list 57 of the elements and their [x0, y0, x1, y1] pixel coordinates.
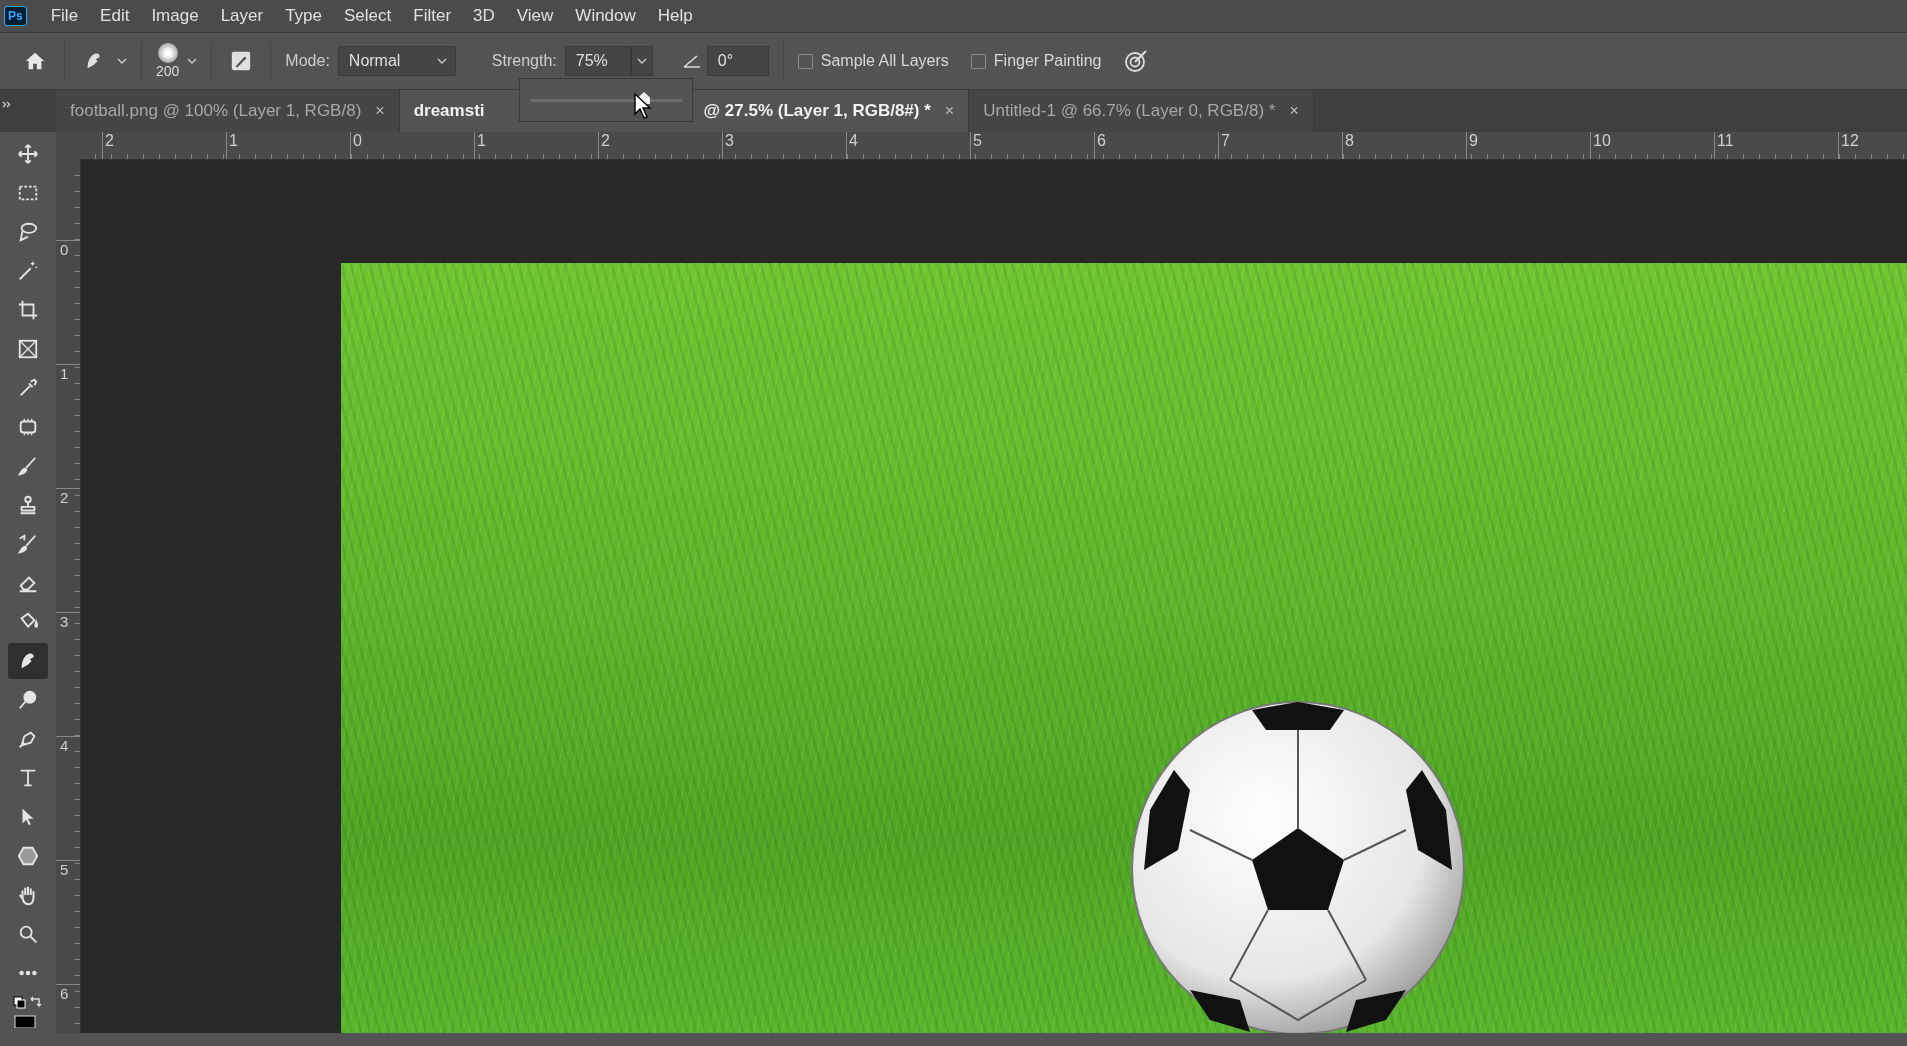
ruler-number: 4	[59, 737, 69, 754]
ruler-number: 1	[228, 132, 238, 149]
checkbox-label: Finger Painting	[993, 52, 1102, 70]
ruler-number: 10	[1592, 132, 1611, 149]
ruler-number: 2	[59, 489, 69, 506]
brush-preset-picker[interactable]: 200	[156, 43, 180, 79]
mode-dropdown[interactable]: Normal	[337, 46, 456, 76]
document-tab[interactable]: football.png @ 100% (Layer 1, RGB/8) ×	[56, 90, 400, 132]
close-icon[interactable]: ×	[944, 102, 955, 120]
mode-label: Mode:	[285, 52, 330, 70]
angle-field[interactable]: 0°	[706, 46, 769, 76]
strength-label: Strength:	[491, 52, 557, 70]
menu-item[interactable]: Edit	[90, 2, 140, 30]
document-tab[interactable]: Untitled-1 @ 66.7% (Layer 0, RGB/8) * ×	[969, 90, 1314, 132]
menu-item[interactable]: Help	[647, 2, 703, 30]
finger-icon[interactable]	[8, 643, 48, 679]
menu-item[interactable]: Filter	[403, 2, 462, 30]
color-swatches-icon[interactable]	[13, 996, 43, 1028]
checkbox-label: Sample All Layers	[820, 52, 949, 70]
ruler-number: 6	[59, 985, 69, 1002]
menu-item[interactable]: View	[506, 2, 564, 30]
app-logo: Ps	[4, 6, 27, 26]
angle-icon	[682, 53, 701, 69]
ruler-number: 3	[724, 132, 734, 149]
ruler-number: 2	[600, 132, 610, 149]
ruler-number: 11	[1716, 132, 1734, 149]
ruler-number: 12	[1840, 132, 1859, 149]
ruler-number: 0	[352, 132, 362, 149]
ruler-number: 0	[59, 241, 69, 258]
caret-icon[interactable]	[630, 46, 653, 76]
ruler-number: 5	[59, 861, 69, 878]
ruler-number: 3	[59, 613, 69, 630]
ruler-number: 6	[1096, 132, 1106, 149]
strength-field[interactable]: 75%	[564, 46, 631, 76]
menu-item[interactable]: Type	[275, 2, 333, 30]
menu-item[interactable]: File	[40, 2, 89, 30]
ruler-number: 2	[104, 132, 114, 149]
pressure-icon[interactable]	[1123, 48, 1150, 74]
caret-icon	[436, 58, 447, 64]
menu-item[interactable]: 3D	[463, 2, 505, 30]
collapse-icon[interactable]	[2, 101, 12, 108]
close-icon[interactable]: ×	[1289, 102, 1299, 120]
menu-item[interactable]: Layer	[210, 2, 274, 30]
ruler-number: 4	[848, 132, 858, 149]
menu-item[interactable]: Select	[334, 2, 402, 30]
checkbox[interactable]	[797, 53, 813, 69]
ruler-number: 1	[59, 365, 69, 382]
ruler-number: 1	[476, 132, 486, 149]
close-icon[interactable]: ×	[375, 102, 385, 120]
ruler-number: 8	[1344, 132, 1354, 149]
menu-item[interactable]: Window	[565, 2, 646, 30]
ruler-number: 7	[1220, 132, 1230, 149]
checkbox[interactable]	[970, 53, 986, 69]
menu-item[interactable]: Image	[141, 2, 209, 30]
mouse-cursor-icon	[633, 92, 653, 120]
ruler-number: 9	[1468, 132, 1478, 149]
ruler-number: 5	[972, 132, 982, 149]
